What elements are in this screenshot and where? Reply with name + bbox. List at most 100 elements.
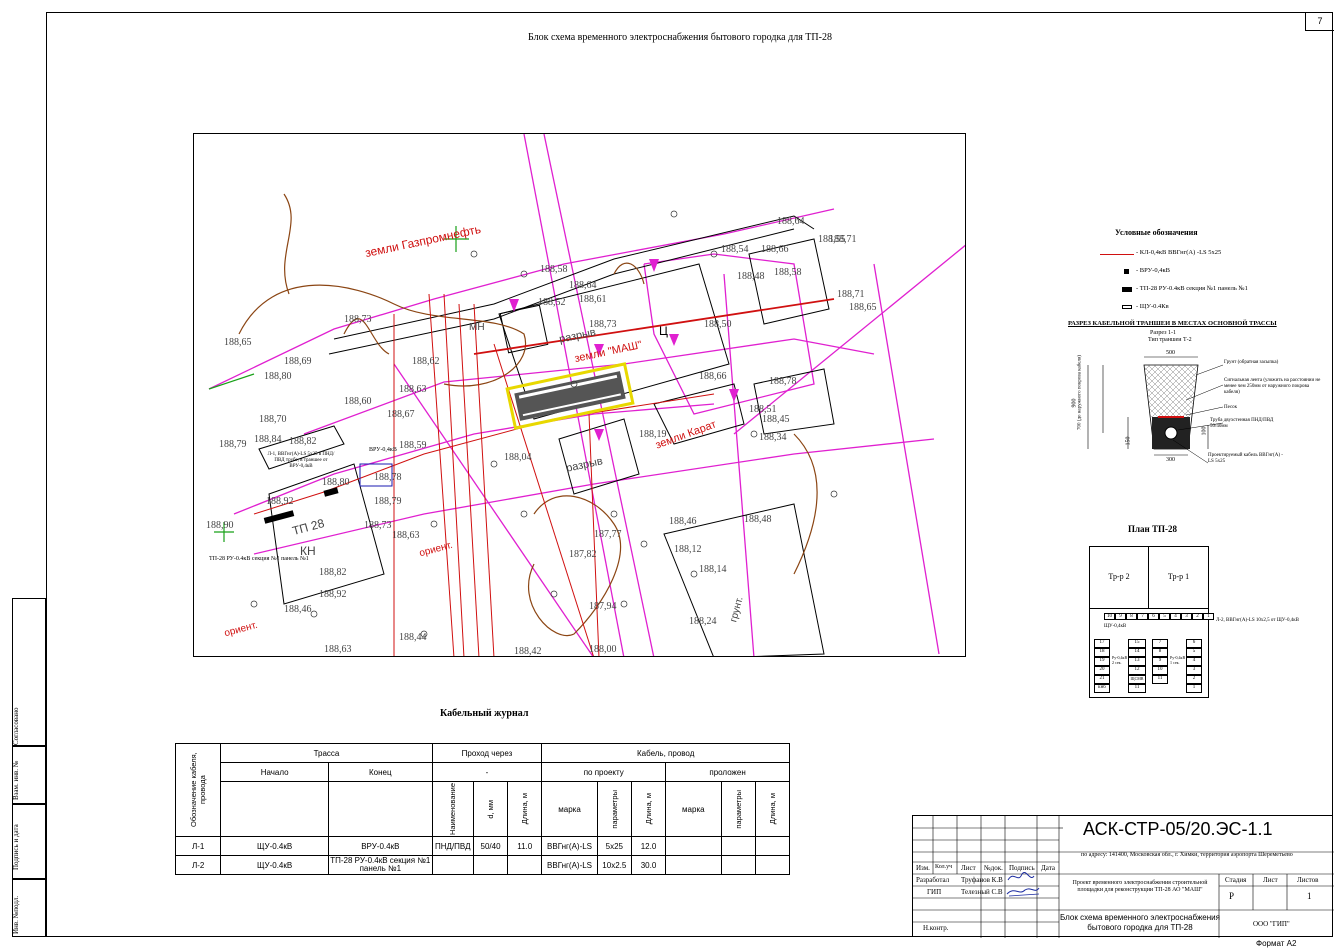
legend-vru-square-icon xyxy=(1124,269,1129,274)
plan-height-label: 188,63 xyxy=(324,644,352,655)
trench-section-title: РАЗРЕЗ КАБЕЛЬНОЙ ТРАНШЕИ В МЕСТАХ ОСНОВН… xyxy=(1068,320,1277,327)
plan-height-label: 188,58 xyxy=(540,264,568,275)
plan-height-label: 188,64 xyxy=(777,216,805,227)
stamp-code: АСК-СТР-05/20.ЭС-1.1 xyxy=(1083,819,1273,839)
tp-plan-left-mid-col: 15 14 13 12 ЩСМВ 11 xyxy=(1128,639,1146,693)
plan-height-label: 188,60 xyxy=(344,396,372,407)
cj-route-header: Трасса xyxy=(220,743,433,763)
stamp-sheet-header: Лист xyxy=(1263,876,1278,884)
plan-height-label: 188,71 xyxy=(829,234,857,245)
title-block: АСК-СТР-05/20.ЭС-1.1 по адресу: 141400, … xyxy=(912,815,1334,938)
stamp-company: ООО "ГИП" xyxy=(1253,920,1290,928)
plan-height-label: 187,94 xyxy=(589,601,617,612)
plan-height-label: 188,54 xyxy=(721,244,749,255)
stamp-stage: Р xyxy=(1229,891,1235,901)
side-label-inv: Взам. инв. № xyxy=(12,760,20,800)
stamp-format: Формат А2 xyxy=(1256,939,1297,948)
plan-height-label: 188,69 xyxy=(284,356,312,367)
plan-height-label: 188,82 xyxy=(289,436,317,447)
table-row: Л-1 ЩУ-0.4кВ ВРУ-0.4кВ ПНД/ПВД 50/40 11.… xyxy=(174,836,791,856)
plan-height-label: 187,77 xyxy=(594,529,622,540)
trench-dim-top: 500 xyxy=(1166,350,1175,356)
trench-note-pipe: Труба двухстенная ПНД/ПВД 50/40мм xyxy=(1210,418,1274,429)
stamp-name-dev: Труфанов К.В xyxy=(961,876,1003,884)
plan-height-label: 188,63 xyxy=(399,384,427,395)
tp-plan-right-mid-col: 7 8 9 10 11 xyxy=(1152,639,1168,684)
side-label-podl: Инв. №подл. xyxy=(12,895,20,934)
legend-title: Условные обозначения xyxy=(1115,228,1198,237)
plan-height-label: 188,80 xyxy=(322,477,350,488)
stamp-sheets-header: Листов xyxy=(1297,876,1319,884)
cj-mark-header: марка xyxy=(541,781,598,837)
cj-end-header: Конец xyxy=(327,762,433,782)
plan-height-label: 188,42 xyxy=(514,646,542,657)
plan-height-label: 188,61 xyxy=(579,294,607,305)
plan-height-label: 188,65 xyxy=(849,302,877,313)
cj-params2-header: параметры xyxy=(733,789,743,829)
legend-tp28-bar-icon xyxy=(1122,287,1132,292)
tp-plan-shu-label: ЩУ-0,4кВ xyxy=(1104,624,1127,629)
site-plan-svg xyxy=(208,134,965,656)
legend-cable-line-icon xyxy=(1100,254,1134,255)
plan-height-label: 188,66 xyxy=(699,371,727,382)
plan-height-label: 188,82 xyxy=(319,567,347,578)
stamp-col-list: Лист xyxy=(961,864,976,872)
plan-height-label: 188,04 xyxy=(504,452,532,463)
legend-shu-rect-icon xyxy=(1122,305,1132,309)
plan-height-label: 188,67 xyxy=(387,409,415,420)
cj-start-header: Начало xyxy=(220,762,329,782)
cj-by-project-header: по проекту xyxy=(541,762,667,782)
trench-note-soil: Грунт (обратная засыпка) xyxy=(1224,360,1279,365)
tp-plan: Тр-р 2 Тр-р 1 10 9 8 7 6 5 4 3 2 1 ЩУ-0,… xyxy=(1089,546,1214,698)
tp-plan-cable-note: Л-2, ВВГнг(А)-LS 10х2,5 от ЩУ-0,4кВ xyxy=(1216,618,1299,623)
plan-height-label: 188,80 xyxy=(264,371,292,382)
plan-height-label: 188,14 xyxy=(699,564,727,575)
stamp-address: по адресу: 141400, Московская обл., г. Х… xyxy=(1081,852,1293,858)
plan-height-label: 188,48 xyxy=(737,271,765,282)
plan-height-label: 188,84 xyxy=(254,434,282,445)
plan-height-label: 188,63 xyxy=(392,530,420,541)
callout-vru: ВРУ-0,4кВ xyxy=(369,447,397,453)
plan-height-label: 188,58 xyxy=(774,267,802,278)
plan-height-label: 188,44 xyxy=(399,632,427,643)
callout-l1: Л-1, ВВГнг(А)-LS 5х25 в ПНД/ПВД трубе, в… xyxy=(267,452,335,469)
tp-plan-right-col: 6 5 4 3 2 1 xyxy=(1186,639,1202,693)
trench-dim-bottom: 300 xyxy=(1166,457,1175,463)
plan-height-label: 188,50 xyxy=(704,319,732,330)
trench-note-tape: Сигнальная лента (уложить на расстоянии … xyxy=(1224,378,1321,395)
cj-name-header: Наименование xyxy=(448,783,458,835)
trench-section-sub2: Тип траншеи Т-2 xyxy=(1148,337,1192,343)
plan-height-label: 188,66 xyxy=(761,244,789,255)
plan-height-label: 187,82 xyxy=(569,549,597,560)
stamp-col-date: Дата xyxy=(1041,864,1055,872)
cable-journal-title: Кабельный журнал xyxy=(440,708,529,719)
stamp-col-ndoc: №док. xyxy=(984,864,1003,872)
cj-params-header: параметры xyxy=(609,789,619,829)
tp-plan-left-col: 17 18 19 20 21 кнб xyxy=(1094,639,1110,693)
tp-plan-panels: 10 9 8 7 6 5 4 3 2 1 xyxy=(1104,613,1214,620)
stamp-col-izm: Изм. xyxy=(916,864,930,872)
tp-plan-tr2: Тр-р 2 xyxy=(1090,547,1149,609)
legend-item-tp28: - ТП-28 РУ-0.4кВ секция №1 панель №1 xyxy=(1100,285,1300,295)
tp-plan-title: План ТП-28 xyxy=(1128,524,1177,534)
plan-height-label: 188,48 xyxy=(744,514,772,525)
plan-height-label: 188,65 xyxy=(224,337,252,348)
stamp-role-dev: Разработал xyxy=(916,876,950,884)
plan-height-label: 188,79 xyxy=(374,496,402,507)
stamp-col-kol: Кол.уч xyxy=(935,864,953,870)
cj-laid-header: проложен xyxy=(665,762,790,782)
plan-height-label: 188,59 xyxy=(399,440,427,451)
plan-text-mn: МН xyxy=(469,322,485,333)
cj-pass-dash: - xyxy=(431,762,543,782)
plan-height-label: 188,92 xyxy=(266,496,294,507)
tp-plan-left-mid-label: Ру-0,4кВ 2 сек. xyxy=(1112,655,1128,665)
legend: Условные обозначения - КЛ-0,4кВ ВВГнг(А)… xyxy=(1100,228,1300,313)
cj-d-header: d, мм xyxy=(486,799,496,819)
plan-height-label: 188,78 xyxy=(769,376,797,387)
table-row: Л-2 ЩУ-0.4кВ ТП-28 РУ-0.4кВ секция №1 па… xyxy=(174,855,791,875)
plan-height-label: 188,52 xyxy=(538,297,566,308)
stamp-stage-header: Стадия xyxy=(1225,876,1247,884)
plan-height-label: 188,73 xyxy=(364,520,392,531)
cable-journal-table: Обозначение кабеля, провода Трасса Прохо… xyxy=(174,743,791,875)
drawing-title: Блок схема временного электроснабжения б… xyxy=(528,32,832,43)
